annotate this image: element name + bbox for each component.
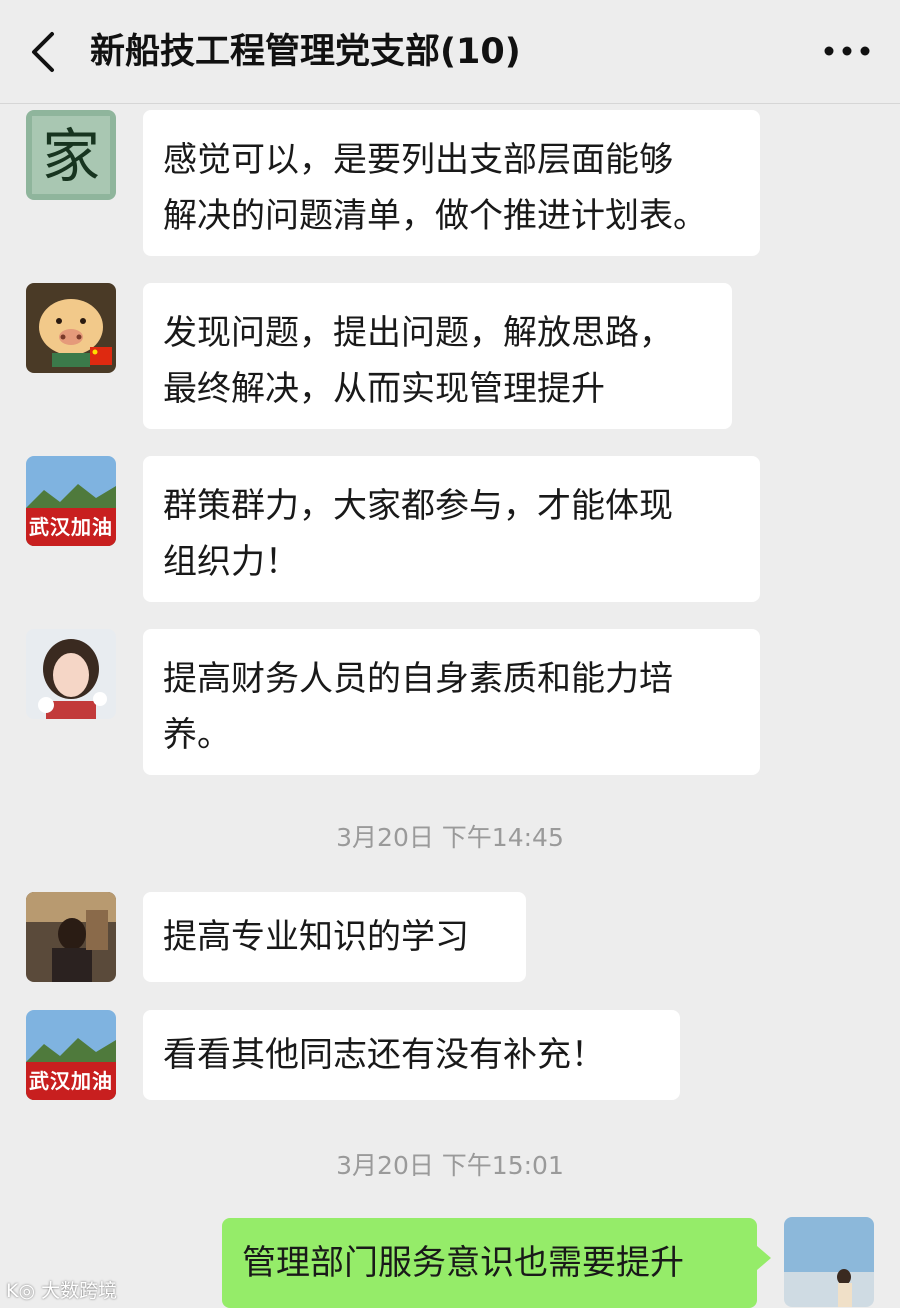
chevron-left-icon [32,32,54,72]
watermark-logo-icon: K◎ [6,1280,36,1302]
watermark: K◎ 大数跨境 [6,1276,117,1303]
avatar[interactable] [26,283,116,373]
avatar[interactable] [26,892,116,982]
avatar[interactable] [26,629,116,719]
message-bubble-outgoing: 管理部门服务意识也需要提升 [222,1218,771,1308]
message-bubble: 看看其他同志还有没有补充！ [143,1010,680,1100]
timestamp: 3月20日 下午14:45 [336,823,564,852]
message-bubble: 发现问题，提出问题，解放思路， 最终解决，从而实现管理提升 [143,283,732,429]
chat-title: 新船技工程管理党支部(10) [90,32,521,72]
back-button[interactable] [22,26,66,78]
avatar-badge: 武汉加油 [26,1062,116,1100]
avatar-badge: 武汉加油 [26,508,116,546]
calligraphy-char: 家 [42,122,100,190]
message-bubble: 提高财务人员的自身素质和能力培 养。 [143,629,760,775]
my-avatar[interactable] [784,1217,874,1307]
watermark-text: 大数跨境 [41,1280,118,1302]
chat-header: 新船技工程管理党支部(10) [0,0,900,104]
message-bubble: 提高专业知识的学习 [143,892,526,982]
more-dots-icon [824,46,870,56]
avatar[interactable]: 武汉加油 [26,456,116,546]
avatar[interactable]: 家 [26,110,116,200]
message-bubble: 感觉可以，是要列出支部层面能够 解决的问题清单，做个推进计划表。 [143,110,760,256]
timestamp: 3月20日 下午15:01 [336,1151,564,1180]
message-bubble: 群策群力，大家都参与，才能体现 组织力！ [143,456,760,602]
avatar[interactable]: 武汉加油 [26,1010,116,1100]
more-options-button[interactable] [822,36,872,66]
